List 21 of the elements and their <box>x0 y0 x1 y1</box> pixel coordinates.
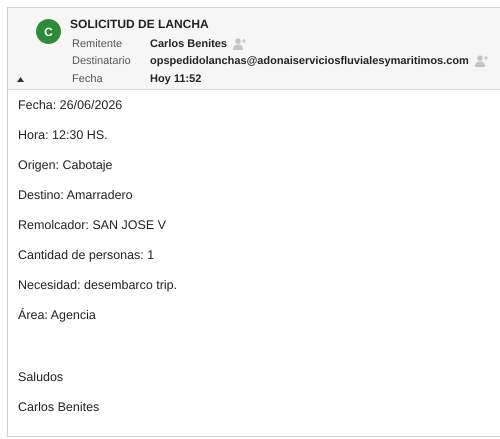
body-line: Origen: Cabotaje <box>18 157 114 174</box>
subject: SOLICITUD DE LANCHA <box>70 17 210 31</box>
body-line: Remolcador: SAN JOSE V <box>18 217 167 234</box>
field-value: Carlos Benites <box>150 38 228 50</box>
closing-line: Saludos <box>18 369 64 386</box>
closing-line: Carlos Benites <box>18 399 100 416</box>
sender-avatar: C <box>36 19 61 44</box>
field-value: Hoy 11:52 <box>150 72 202 85</box>
body-line: Necesidad: desembarco trip. <box>18 277 178 294</box>
field-label: Destinatario <box>72 55 132 68</box>
body-line: Destino: Amarradero <box>18 187 134 204</box>
add-contact-icon[interactable] <box>474 55 489 68</box>
field-label: Fecha <box>72 72 104 85</box>
body-line: Hora: 12:30 HS. <box>18 127 109 144</box>
collapse-caret-icon[interactable] <box>17 77 24 82</box>
add-contact-icon[interactable] <box>233 38 248 50</box>
field-value: opspedidolanchas@adonaiserviciosfluvialesymaritimos.com <box>150 55 469 68</box>
body-line: Fecha: 26/06/2026 <box>18 97 124 114</box>
body-line: Área: Agencia <box>18 307 97 324</box>
field-label: Remitente <box>72 38 124 50</box>
body-line: Cantidad de personas: 1 <box>18 247 156 264</box>
